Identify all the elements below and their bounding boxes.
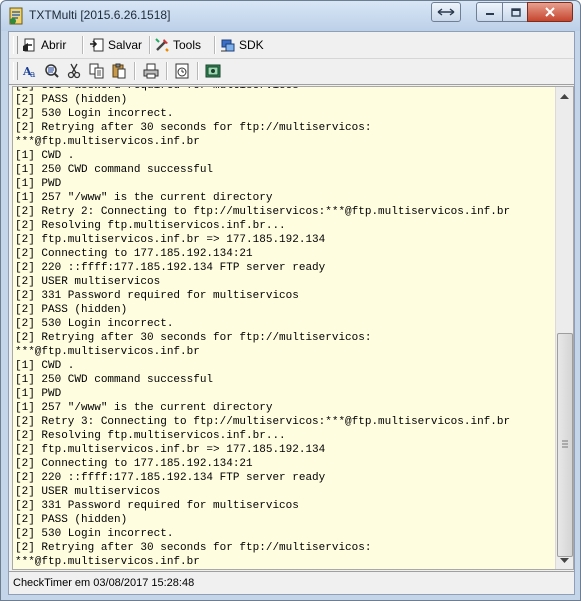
status-text: CheckTimer em 03/08/2017 15:28:48 <box>13 577 195 589</box>
resize-toggle-button[interactable] <box>431 2 461 22</box>
minimize-icon <box>486 13 494 15</box>
toolbar-separator <box>82 36 84 54</box>
grip-icon <box>562 440 568 448</box>
close-icon <box>545 7 555 17</box>
toolbar-separator <box>166 62 168 80</box>
print-icon <box>143 63 159 79</box>
font-button[interactable]: A a <box>20 62 40 80</box>
clock-icon <box>175 63 189 79</box>
toolbar-separator <box>134 62 136 80</box>
sdk-icon <box>221 39 235 52</box>
app-window: TXTMulti [2015.6.26.1518] Abrir Salvar T… <box>0 0 581 601</box>
abrir-label: Abrir <box>41 38 67 52</box>
cut-button[interactable] <box>64 62 84 80</box>
toolbar-separator <box>197 62 199 80</box>
close-button[interactable] <box>527 2 573 22</box>
salvar-label: Salvar <box>108 38 143 52</box>
double-arrow-icon <box>437 8 455 16</box>
app-icon <box>9 7 23 25</box>
main-toolbar: Abrir Salvar Tools SDK <box>9 32 574 59</box>
maximize-button[interactable] <box>502 2 529 22</box>
open-folder-icon <box>23 38 35 52</box>
maximize-icon <box>510 7 521 17</box>
find-button[interactable] <box>42 62 62 80</box>
status-bar: CheckTimer em 03/08/2017 15:28:48 <box>9 571 574 595</box>
tools-label: Tools <box>173 38 202 52</box>
clock-button[interactable] <box>172 62 192 80</box>
toolbar-grip[interactable] <box>13 62 18 80</box>
sdk-button[interactable]: SDK <box>220 35 264 55</box>
salvar-button[interactable]: Salvar <box>89 35 142 55</box>
tools-button[interactable]: Tools <box>154 35 201 55</box>
paste-icon <box>112 63 126 79</box>
log-text[interactable]: [2] 331 Password required for multiservi… <box>15 87 553 569</box>
scroll-down-button[interactable] <box>556 552 573 569</box>
save-icon <box>90 38 104 52</box>
arrow-down-icon <box>560 557 569 563</box>
log-textarea[interactable]: [2] 331 Password required for multiservi… <box>12 86 574 570</box>
scroll-up-button[interactable] <box>556 87 573 104</box>
edit-toolbar: A a <box>9 58 574 85</box>
font-icon: A a <box>22 65 36 79</box>
vertical-scrollbar[interactable] <box>555 87 573 569</box>
title-bar[interactable]: TXTMulti [2015.6.26.1518] <box>1 1 580 31</box>
image-button[interactable] <box>203 62 223 80</box>
print-button[interactable] <box>141 62 161 80</box>
cut-icon <box>67 63 81 79</box>
tools-icon <box>155 38 169 52</box>
paste-button[interactable] <box>109 62 129 80</box>
image-icon <box>205 64 221 78</box>
toolbar-separator <box>149 36 151 54</box>
minimize-button[interactable] <box>476 2 504 22</box>
svg-text:a: a <box>30 70 36 79</box>
find-icon <box>45 64 59 78</box>
window-title: TXTMulti [2015.6.26.1518] <box>29 8 171 22</box>
abrir-button[interactable]: Abrir <box>22 35 66 55</box>
copy-button[interactable] <box>87 62 107 80</box>
sdk-label: SDK <box>239 38 264 52</box>
arrow-up-icon <box>560 93 569 99</box>
client-area: Abrir Salvar Tools SDK A a [2] 331 Passw… <box>8 31 575 595</box>
toolbar-grip[interactable] <box>13 36 18 54</box>
scroll-thumb[interactable] <box>557 333 573 557</box>
toolbar-separator <box>214 36 216 54</box>
copy-icon <box>89 63 104 79</box>
